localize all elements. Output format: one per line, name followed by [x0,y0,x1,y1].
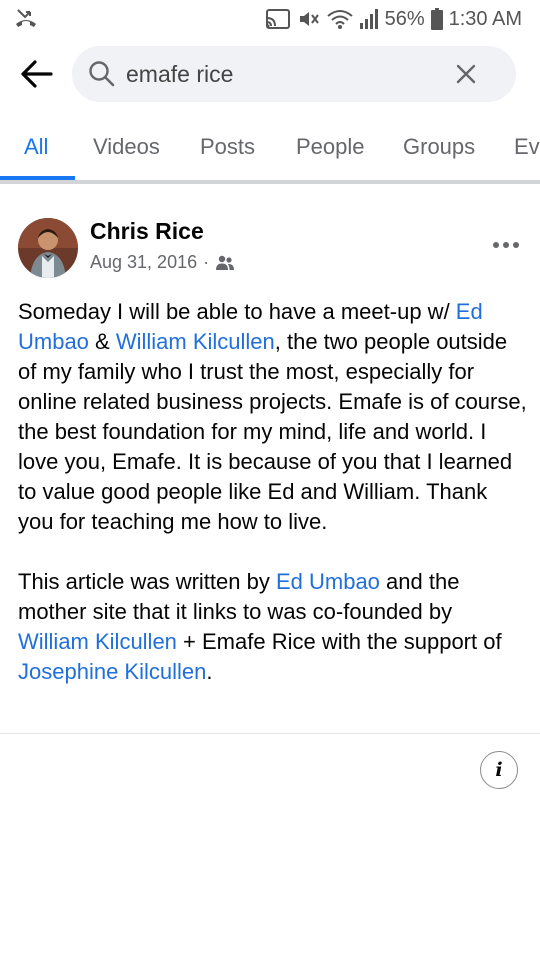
search-input[interactable] [126,60,446,88]
post-text: Someday I will be able to have a meet-up… [18,297,528,687]
tab-all[interactable]: All [24,118,48,176]
avatar-image [18,218,78,278]
search-box[interactable] [72,46,516,102]
tab-events[interactable]: Ev [514,118,540,176]
tab-posts[interactable]: Posts [200,118,255,176]
clear-icon[interactable] [454,62,478,86]
back-arrow-icon [21,60,53,88]
tab-videos[interactable]: Videos [93,118,160,176]
back-button[interactable] [16,56,56,92]
mention-william-kilcullen[interactable]: William Kilcullen [18,629,177,654]
post-author[interactable]: Chris Rice [90,218,204,245]
battery-percent: 56% [384,8,425,30]
battery-icon [430,8,443,30]
tab-groups[interactable]: Groups [403,118,475,176]
post-paragraph-2: This article was written by Ed Umbao and… [18,569,502,684]
post-meta: Aug 31, 2016 · [90,252,235,273]
post-date[interactable]: Aug 31, 2016 [90,252,197,273]
meta-separator: · [203,252,210,272]
post-header: Chris Rice Aug 31, 2016 · [0,212,540,282]
missed-call-icon [16,9,36,27]
search-tabs: All Videos Posts People Groups Ev [0,118,540,180]
search-header [0,44,540,106]
tab-people[interactable]: People [296,118,365,176]
tabs-divider [0,180,540,184]
cast-icon [265,9,290,29]
signal-icon [359,9,378,29]
status-bar: 56% 1:30 AM [0,0,540,38]
clock: 1:30 AM [448,8,522,30]
friends-icon [216,255,235,270]
mention-josephine-kilcullen[interactable]: Josephine Kilcullen [18,659,206,684]
search-icon [89,61,115,87]
wifi-icon [326,10,353,29]
avatar[interactable] [18,218,78,278]
more-options-icon[interactable] [492,238,520,252]
mute-icon [299,12,319,26]
info-button[interactable]: i [480,751,518,789]
post-paragraph-1: Someday I will be able to have a meet-up… [18,299,527,534]
mention-william-kilcullen[interactable]: William Kilcullen [116,329,275,354]
info-icon: i [495,759,503,781]
post-divider [0,733,540,734]
mention-ed-umbao[interactable]: Ed Umbao [276,569,380,594]
